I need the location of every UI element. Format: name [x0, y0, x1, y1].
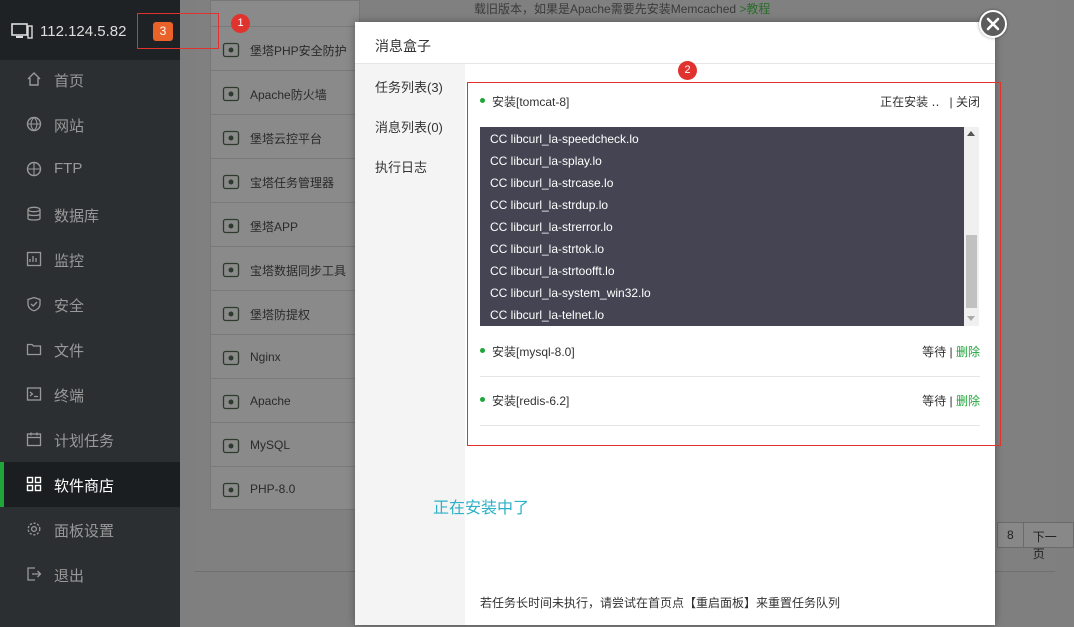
- close-icon: [986, 17, 1000, 31]
- sidebar-item-label: 退出: [54, 568, 85, 585]
- software-name: 宝塔数据同步工具: [250, 264, 347, 278]
- tab-execution-log[interactable]: 执行日志: [375, 157, 427, 176]
- annotation-marker-2: 2: [678, 61, 697, 80]
- task-manager-icon: [222, 174, 240, 190]
- software-name: 宝塔任务管理器: [250, 176, 335, 190]
- software-name: Apache防火墙: [250, 88, 327, 102]
- software-row[interactable]: 宝塔数据同步工具: [210, 246, 360, 290]
- software-row[interactable]: 宝塔任务管理器: [210, 158, 360, 202]
- sidebar-item-label: 首页: [54, 73, 85, 90]
- page-8[interactable]: 8: [997, 522, 1024, 548]
- software-row[interactable]: 堡塔APP: [210, 202, 360, 246]
- nginx-icon: [222, 350, 240, 366]
- software-row[interactable]: MySQL: [210, 422, 360, 466]
- globe-icon: [26, 116, 42, 132]
- calendar-icon: [26, 432, 42, 447]
- sidebar-item-label: 软件商店: [54, 478, 115, 495]
- sidebar-item-2[interactable]: FTP: [0, 147, 180, 192]
- grid-icon: [26, 476, 42, 492]
- sidebar-item-label: 面板设置: [54, 523, 115, 540]
- software-name: 堡塔PHP安全防护: [250, 44, 347, 58]
- annotation-marker-1: 1: [231, 14, 250, 33]
- software-name: 堡塔APP: [250, 220, 299, 234]
- annotation-note: 正在安装中了: [433, 500, 530, 517]
- sidebar-item-label: FTP: [54, 160, 83, 177]
- app-icon: [222, 218, 240, 234]
- sidebar-item-label: 网站: [54, 118, 85, 135]
- sidebar-item-6[interactable]: 文件: [0, 327, 180, 372]
- sidebar-item-10[interactable]: 面板设置: [0, 507, 180, 552]
- modal-close-button[interactable]: [979, 10, 1007, 38]
- software-row[interactable]: Nginx: [210, 334, 360, 378]
- data-sync-icon: [222, 262, 240, 278]
- ftp-icon: [26, 161, 42, 177]
- software-name: Apache: [250, 394, 291, 408]
- cloud-control-icon: [222, 130, 240, 146]
- annotation-box-2: [467, 82, 1001, 446]
- sidebar-item-9[interactable]: 软件商店: [0, 462, 180, 507]
- sidebar-item-4[interactable]: 监控: [0, 237, 180, 282]
- tab-task-list[interactable]: 任务列表(3): [375, 77, 443, 96]
- apache-icon: [222, 394, 240, 410]
- php-guard-icon: [222, 42, 240, 58]
- footer-note: 若任务长时间未执行，请尝试在首页点【重启面板】来重置任务队列: [480, 596, 841, 610]
- sidebar-item-7[interactable]: 终端: [0, 372, 180, 417]
- tab-message-list[interactable]: 消息列表(0): [375, 117, 443, 136]
- sidebar-item-label: 安全: [54, 298, 85, 315]
- annotation-box-1: [137, 13, 219, 49]
- sidebar-item-8[interactable]: 计划任务: [0, 417, 180, 462]
- install-note: 载旧版本，如果是Apache需要先安装Memcached >教程: [474, 2, 771, 16]
- pagination: 8 下一页: [997, 522, 1074, 561]
- software-row[interactable]: PHP-8.0: [210, 466, 360, 510]
- shield-icon: [27, 296, 41, 312]
- sidebar-item-label: 文件: [54, 343, 85, 360]
- sidebar-item-1[interactable]: 网站: [0, 102, 180, 147]
- software-name: Nginx: [250, 350, 281, 364]
- modal-title: 消息盒子: [375, 38, 431, 54]
- php-icon: [222, 482, 240, 498]
- folder-icon: [26, 343, 42, 356]
- database-icon: [27, 206, 41, 221]
- software-name: 堡塔云控平台: [250, 132, 323, 146]
- mysql-icon: [222, 438, 240, 454]
- monitor-icon: [26, 251, 42, 267]
- software-name: 堡塔防提权: [250, 308, 311, 322]
- software-row[interactable]: Apache防火墙: [210, 70, 360, 114]
- modal-tab-list: 任务列表(3) 消息列表(0) 执行日志: [355, 64, 465, 625]
- sidebar-item-0[interactable]: 首页: [0, 57, 180, 102]
- sidebar-item-3[interactable]: 数据库: [0, 192, 180, 237]
- sidebar-item-label: 数据库: [54, 208, 100, 225]
- sidebar-item-5[interactable]: 安全: [0, 282, 180, 327]
- software-name: MySQL: [250, 438, 291, 452]
- gear-icon: [27, 522, 41, 536]
- anti-privilege-icon: [222, 306, 240, 322]
- software-row[interactable]: 堡塔PHP安全防护: [210, 26, 360, 70]
- server-icon: [11, 23, 33, 39]
- modal-header: 消息盒子: [355, 22, 995, 64]
- home-icon: [27, 72, 41, 86]
- software-row[interactable]: 堡塔云控平台: [210, 114, 360, 158]
- waf-icon: [222, 86, 240, 102]
- sidebar-item-11[interactable]: 退出: [0, 552, 180, 597]
- software-row[interactable]: 堡塔防提权: [210, 290, 360, 334]
- next-page[interactable]: 下一页: [1023, 522, 1074, 561]
- sidebar-item-label: 计划任务: [54, 433, 115, 450]
- sidebar: 112.124.5.82 3 首页 网站 FTP 数据库 监控 安全 文件 终端 计划任务 软件商…: [0, 0, 180, 627]
- tutorial-link[interactable]: >教程: [739, 2, 770, 16]
- software-row[interactable]: Apache: [210, 378, 360, 422]
- logout-icon: [27, 567, 42, 581]
- terminal-icon: [26, 387, 42, 401]
- sidebar-item-label: 监控: [54, 253, 85, 270]
- host-ip: 112.124.5.82: [40, 23, 127, 40]
- software-name: PHP-8.0: [250, 482, 296, 496]
- sidebar-item-label: 终端: [54, 388, 85, 405]
